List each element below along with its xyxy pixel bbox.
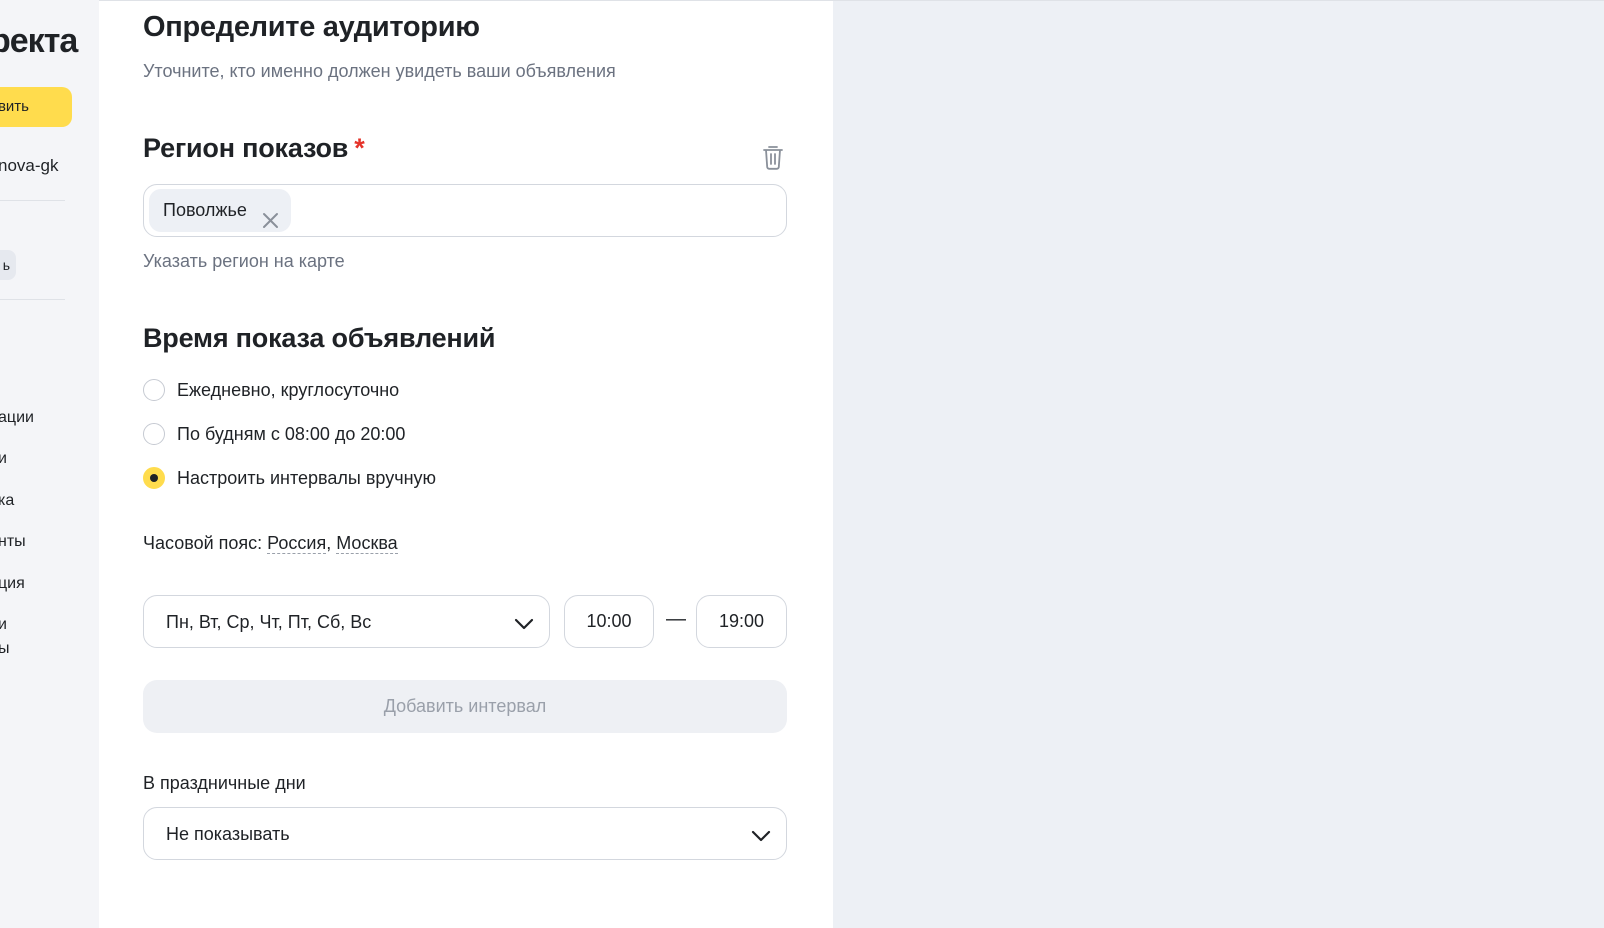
- holidays-select[interactable]: Не показывать: [143, 807, 787, 860]
- user-login[interactable]: nova-gk: [0, 156, 58, 176]
- region-chip-label: Поволжье: [163, 200, 247, 220]
- time-from-input[interactable]: 10:00: [564, 595, 654, 648]
- region-title: Регион показов *: [143, 133, 365, 163]
- holidays-select-value: Не показывать: [166, 824, 290, 844]
- sidebar-divider: [0, 299, 65, 300]
- time-to-input[interactable]: 19:00: [696, 595, 787, 648]
- days-select-value: Пн, Вт, Ср, Чт, Пт, Сб, Вс: [166, 612, 372, 632]
- radio-button[interactable]: [143, 379, 165, 401]
- map-region-link[interactable]: Указать регион на карте: [143, 251, 345, 272]
- holidays-label: В праздничные дни: [143, 773, 306, 793]
- sidebar-pill-button[interactable]: ь: [0, 250, 16, 280]
- trash-icon[interactable]: [762, 144, 784, 170]
- chevron-down-icon: [514, 617, 534, 630]
- close-icon[interactable]: [262, 202, 279, 228]
- page-subtitle: Уточните, кто именно должен увидеть ваши…: [143, 61, 616, 81]
- radio-button[interactable]: [143, 423, 165, 445]
- radio-option-manual[interactable]: Настроить интервалы вручную: [143, 465, 436, 491]
- required-mark: *: [354, 133, 365, 163]
- chevron-down-icon: [751, 829, 771, 842]
- sidebar-item[interactable]: ации: [0, 409, 34, 427]
- sidebar-item[interactable]: и: [0, 450, 7, 468]
- radio-option-daily[interactable]: Ежедневно, круглосуточно: [143, 377, 399, 403]
- sidebar-divider: [0, 200, 65, 201]
- sidebar-item[interactable]: ция: [0, 575, 25, 593]
- page-title: Определите аудиторию: [143, 11, 480, 43]
- create-campaign-button[interactable]: вить: [0, 87, 72, 127]
- sidebar-item[interactable]: и: [0, 616, 7, 634]
- timezone-row: Часовой пояс: Россия, Москва: [143, 533, 398, 554]
- days-select[interactable]: Пн, Вт, Ср, Чт, Пт, Сб, Вс: [143, 595, 550, 648]
- logo[interactable]: ректа: [0, 22, 78, 61]
- sidebar: ректа вить nova-gk ь ации и ка нты ция и…: [0, 0, 99, 928]
- sidebar-item[interactable]: нты: [0, 533, 26, 551]
- schedule-title: Время показа объявлений: [143, 323, 496, 353]
- region-input[interactable]: Поволжье: [143, 184, 787, 237]
- radio-label: По будням с 08:00 до 20:00: [177, 423, 406, 444]
- add-interval-button[interactable]: Добавить интервал: [143, 680, 787, 733]
- radio-option-weekdays[interactable]: По будням с 08:00 до 20:00: [143, 421, 405, 447]
- timezone-separator: ,: [326, 533, 332, 553]
- radio-button-checked[interactable]: [143, 467, 165, 489]
- time-dash: —: [666, 608, 686, 630]
- timezone-label: Часовой пояс:: [143, 533, 263, 553]
- sidebar-item[interactable]: ы: [0, 640, 10, 658]
- timezone-city-link[interactable]: Москва: [336, 533, 398, 554]
- timezone-country-link[interactable]: Россия: [267, 533, 327, 554]
- audience-panel: Определите аудиторию Уточните, кто именн…: [99, 1, 833, 928]
- sidebar-item[interactable]: ка: [0, 492, 14, 510]
- radio-label: Настроить интервалы вручную: [177, 467, 437, 488]
- radio-label: Ежедневно, круглосуточно: [177, 379, 400, 400]
- region-chip: Поволжье: [149, 189, 291, 232]
